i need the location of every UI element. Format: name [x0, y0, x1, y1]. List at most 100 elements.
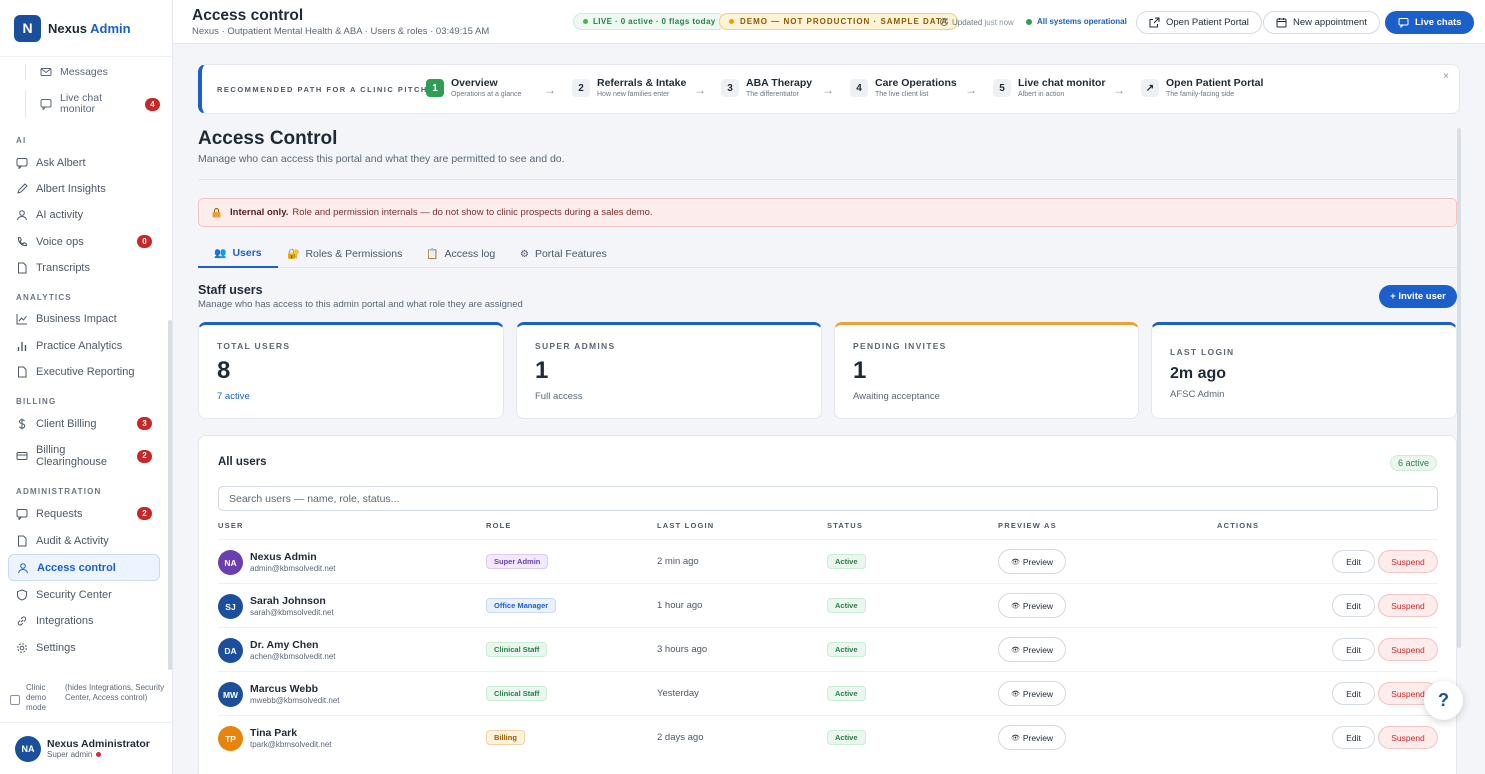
role-badge: Clinical Staff — [486, 642, 548, 657]
users-icon: 👥 — [214, 247, 227, 259]
preview-as-button[interactable]: 👁 Preview — [998, 637, 1066, 662]
sidebar-item-transcripts[interactable]: Transcripts — [8, 255, 160, 280]
avatar: TP — [218, 726, 243, 751]
divider — [198, 179, 1456, 180]
avatar: SJ — [218, 594, 243, 619]
preview-as-button[interactable]: 👁 Preview — [998, 593, 1066, 618]
pitch-step-live-chat-monitor[interactable]: 5 Live chat monitor Albert in action — [993, 77, 1106, 98]
sidebar-item-albert-insights[interactable]: Albert Insights — [8, 176, 160, 201]
sidebar-item-audit-activity[interactable]: Audit & Activity — [8, 528, 160, 553]
pitch-step-open-portal[interactable]: ↗ Open Patient Portal The family-facing s… — [1141, 77, 1263, 98]
tab-users[interactable]: 👥 Users — [198, 240, 278, 268]
sidebar-item-business-impact[interactable]: Business Impact — [8, 306, 160, 331]
suspend-button[interactable]: Suspend — [1378, 550, 1438, 573]
section-title: Staff users — [198, 283, 263, 297]
stat-footnote: Awaiting acceptance — [853, 391, 940, 402]
suspend-button[interactable]: Suspend — [1378, 726, 1438, 749]
step-title: Live chat monitor — [1018, 77, 1106, 89]
step-subtitle: The live client list — [875, 91, 929, 98]
section-analytics: ANALYTICS — [16, 293, 72, 302]
step-arrow: → — [544, 83, 556, 97]
invite-user-button[interactable]: + Invite user — [1379, 285, 1457, 308]
stat-footnote: Full access — [535, 391, 583, 402]
sidebar-item-billing-clearinghouse[interactable]: Billing Clearinghouse 2 — [8, 441, 160, 471]
preview-as-button[interactable]: 👁 Preview — [998, 725, 1066, 750]
sidebar-item-practice-analytics[interactable]: Practice Analytics — [8, 333, 160, 358]
tab-roles-permissions[interactable]: 🔐 Roles & Permissions — [271, 240, 418, 268]
search-input[interactable] — [218, 486, 1438, 511]
sidebar-item-requests[interactable]: Requests 2 — [8, 501, 160, 526]
pitch-step-referrals[interactable]: 2 Referrals & Intake How new families ent… — [572, 77, 686, 98]
demo-mode-checkbox[interactable] — [10, 695, 20, 705]
sidebar-scrollbar[interactable] — [168, 320, 172, 670]
avatar: DA — [218, 638, 243, 663]
close-icon[interactable]: × — [1443, 71, 1449, 82]
main-scrollbar[interactable] — [1457, 128, 1461, 648]
sidebar-item-ai-activity[interactable]: AI activity — [8, 202, 160, 227]
pitch-step-aba-therapy[interactable]: 3 ABA Therapy The differentiator — [721, 77, 812, 98]
clinic-demo-toggle[interactable]: Clinic demo mode (hides Integrations, Se… — [10, 683, 170, 713]
new-appointment-button[interactable]: New appointment — [1263, 11, 1380, 34]
sidebar-item-label: Audit & Activity — [36, 534, 109, 547]
page-subtitle: Manage who can access this portal and wh… — [198, 153, 565, 165]
suspend-button[interactable]: Suspend — [1378, 594, 1438, 617]
edit-button[interactable]: Edit — [1332, 726, 1375, 749]
step-arrow: → — [694, 83, 706, 97]
edit-button[interactable]: Edit — [1332, 682, 1375, 705]
user-email: admin@kbmsolvedit.net — [250, 564, 336, 573]
tab-portal-features[interactable]: ⚙ Portal Features — [504, 240, 623, 268]
sidebar-item-access-control[interactable]: Access control — [8, 554, 160, 581]
bar-chart-icon — [17, 341, 27, 351]
sidebar-item-live-chat-monitor[interactable]: Live chat monitor 4 — [25, 91, 160, 117]
step-title: ABA Therapy — [746, 77, 813, 89]
edit-button[interactable]: Edit — [1332, 594, 1375, 617]
live-chats-button[interactable]: Live chats — [1385, 11, 1475, 34]
user-email: sarah@kbmsolvedit.net — [250, 608, 334, 617]
sidebar-item-label: Client Billing — [36, 417, 97, 430]
pitch-step-overview[interactable]: 1 Overview Operations at a glance — [426, 77, 521, 98]
section-subtitle: Manage who has access to this admin port… — [198, 299, 523, 310]
pitch-step-care-operations[interactable]: 4 Care Operations The live client list — [850, 77, 957, 98]
role-badge: Billing — [486, 730, 525, 745]
pen-icon — [17, 182, 28, 194]
current-user[interactable]: NA Nexus Administrator Super admin — [0, 722, 172, 774]
open-patient-portal-button[interactable]: Open Patient Portal — [1136, 11, 1262, 34]
gear-icon — [17, 642, 27, 653]
sidebar-item-integrations[interactable]: Integrations — [8, 608, 160, 633]
chat-icon — [1398, 18, 1409, 28]
sidebar-item-security-center[interactable]: Security Center — [8, 582, 160, 607]
preview-as-button[interactable]: 👁 Preview — [998, 549, 1066, 574]
sidebar-item-label: Practice Analytics — [36, 339, 123, 352]
step-subtitle: The family-facing side — [1166, 91, 1235, 98]
brand[interactable]: N Nexus Admin — [0, 0, 172, 57]
sidebar-item-settings[interactable]: Settings — [8, 635, 160, 660]
sidebar-item-client-billing[interactable]: Client Billing 3 — [8, 411, 160, 436]
role-badge: Super Admin — [486, 554, 549, 569]
count-badge: 2 — [137, 507, 152, 520]
column-header-actions: ACTIONS — [1217, 521, 1260, 530]
sidebar-item-executive-reporting[interactable]: Executive Reporting — [8, 359, 160, 384]
edit-button[interactable]: Edit — [1332, 638, 1375, 661]
stat-label: SUPER ADMINS — [535, 341, 616, 351]
person-icon — [18, 562, 28, 573]
stat-value: 2m ago — [1170, 365, 1227, 382]
stat-footnote: AFSC Admin — [1170, 389, 1225, 400]
sidebar-item-label: Executive Reporting — [36, 365, 135, 378]
sidebar-item-voice-ops[interactable]: Voice ops 0 — [8, 229, 160, 254]
sidebar-item-label: Transcripts — [36, 261, 90, 274]
suspend-button[interactable]: Suspend — [1378, 638, 1438, 661]
preview-as-button[interactable]: 👁 Preview — [998, 681, 1066, 706]
tab-access-log[interactable]: 📋 Access log — [410, 240, 511, 268]
sidebar-item-messages[interactable]: Messages — [25, 64, 160, 80]
unread-badge: 4 — [145, 97, 160, 111]
demo-warning-pill: DEMO — NOT PRODUCTION · SAMPLE DATA — [719, 13, 959, 30]
stat-footnote[interactable]: 7 active — [217, 391, 485, 402]
active-count-badge: 6 active — [1389, 455, 1437, 471]
edit-button[interactable]: Edit — [1332, 550, 1375, 573]
warning-text: Role and permission internals — do not s… — [292, 207, 653, 218]
sidebar-item-ask-albert[interactable]: Ask Albert — [8, 150, 160, 175]
help-button[interactable]: ? — [1424, 681, 1463, 720]
warning-bold: Internal only. — [230, 207, 289, 218]
updated-indicator[interactable]: Updated just now — [939, 17, 1014, 27]
user-role: Super admin — [47, 750, 150, 759]
